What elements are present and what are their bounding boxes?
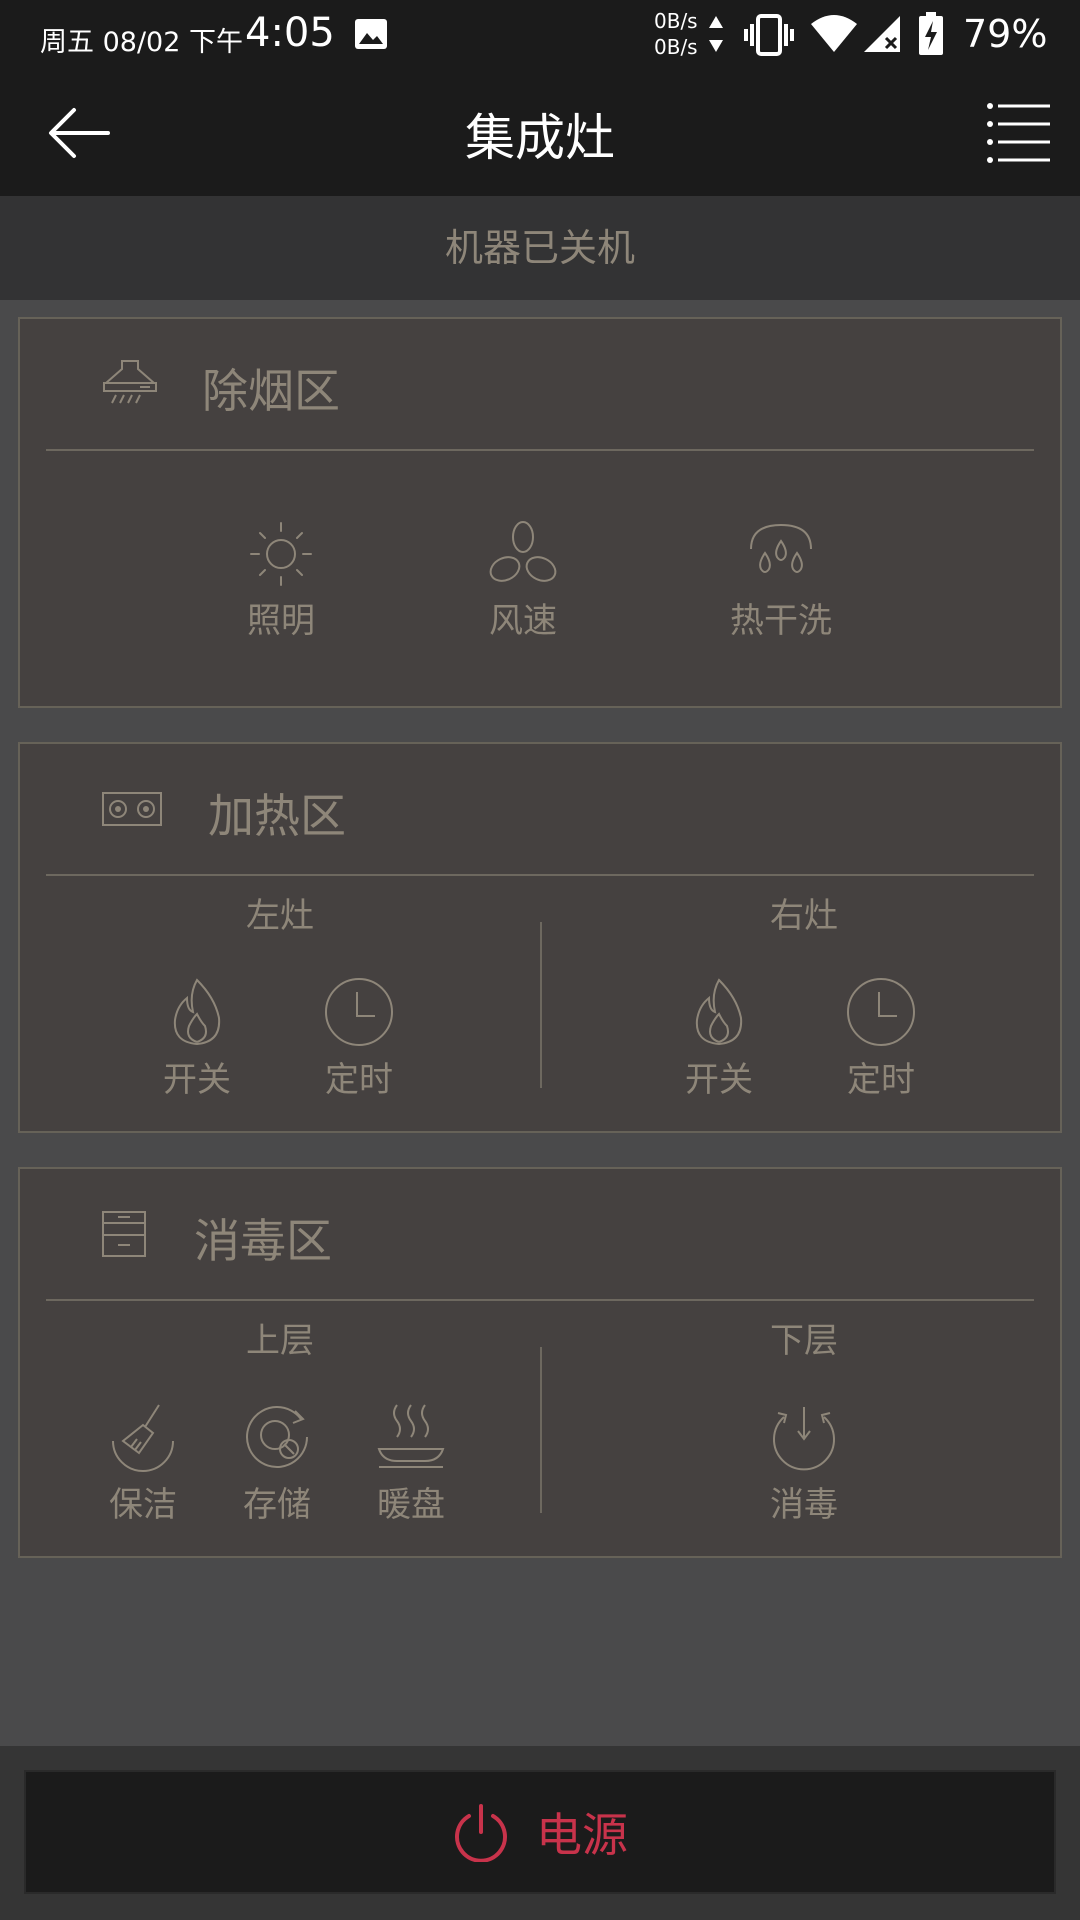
heating-zone-title: 加热区 — [208, 789, 346, 843]
page-title: 集成灶 — [465, 109, 615, 167]
bottom-bar: 电源 — [0, 1746, 1080, 1920]
disinfect-control-label: 消毒 — [770, 1485, 838, 1525]
gas-stove-icon — [102, 792, 162, 826]
light-control-label: 照明 — [247, 601, 315, 641]
net-up-speed: 0B/s — [654, 9, 698, 33]
right-burner-timer[interactable]: 定时 — [806, 976, 956, 1101]
hood-zone-divider — [46, 449, 1034, 451]
machine-status-banner: 机器已关机 — [0, 196, 1080, 300]
hood-zone-title: 除烟区 — [202, 364, 340, 418]
clean-control[interactable]: 保洁 — [68, 1401, 218, 1526]
range-hood-icon — [103, 360, 157, 404]
fan-speed-control[interactable]: 风速 — [448, 519, 598, 642]
image-notification-icon — [355, 19, 387, 49]
plate-warming-label: 暖盘 — [377, 1485, 445, 1525]
vibrate-icon — [744, 14, 794, 56]
upper-layer-label: 上层 — [246, 1321, 314, 1361]
clean-control-label: 保洁 — [109, 1485, 177, 1525]
data-transfer-icon — [709, 16, 723, 52]
flame-icon — [695, 978, 743, 1046]
left-burner-timer-label: 定时 — [325, 1060, 393, 1100]
heating-zone-panel: 加热区 左灶 右灶 开关 定时 开关 定时 — [18, 742, 1062, 1133]
disinfect-zone-divider — [46, 1299, 1034, 1301]
heating-zone-header: 加热区 — [20, 744, 1060, 872]
right-burner-label: 右灶 — [770, 896, 838, 936]
clock-icon — [847, 978, 915, 1046]
storage-icon — [246, 1406, 308, 1468]
net-down-speed: 0B/s — [654, 35, 698, 59]
disinfection-cabinet-icon — [102, 1211, 146, 1257]
signal-icon — [864, 16, 900, 52]
storage-control[interactable]: 存储 — [202, 1401, 352, 1526]
disinfect-zone-panel: 消毒区 上层 下层 保洁 存储 暖盘 消毒 — [18, 1167, 1062, 1558]
network-speed: 0B/s 0B/s — [654, 8, 698, 60]
broom-icon — [112, 1404, 174, 1472]
heating-zone-divider — [46, 874, 1034, 876]
right-burner-switch[interactable]: 开关 — [644, 976, 794, 1101]
battery-level: 79% — [963, 12, 1048, 56]
hood-zone-panel: 除烟区 照明 风速 热干洗 — [18, 317, 1062, 708]
power-button[interactable]: 电源 — [24, 1770, 1056, 1894]
burner-divider — [540, 922, 542, 1088]
left-burner-switch-label: 开关 — [163, 1060, 231, 1100]
left-burner-timer[interactable]: 定时 — [284, 976, 434, 1101]
hot-dry-wash-control[interactable]: 热干洗 — [706, 519, 856, 642]
status-date: 周五 08/02 下午 — [40, 27, 243, 58]
layer-divider — [540, 1347, 542, 1513]
hot-dry-wash-label: 热干洗 — [730, 601, 832, 641]
app-header: 集成灶 — [0, 70, 1080, 196]
fan-speed-label: 风速 — [489, 601, 557, 641]
plate-warming-control[interactable]: 暖盘 — [336, 1401, 486, 1526]
flame-icon — [173, 978, 221, 1046]
clock-icon — [325, 978, 393, 1046]
fan-icon — [489, 521, 557, 582]
status-bar: 周五 08/02 下午 4:05 0B/s 0B/s 79% — [0, 0, 1080, 70]
hood-zone-header: 除烟区 — [20, 319, 1060, 447]
storage-control-label: 存储 — [243, 1485, 311, 1525]
right-burner-switch-label: 开关 — [685, 1060, 753, 1100]
disinfect-icon — [773, 1407, 835, 1471]
disinfect-control[interactable]: 消毒 — [729, 1401, 879, 1526]
menu-list-icon[interactable] — [986, 100, 1052, 166]
left-burner-switch[interactable]: 开关 — [122, 976, 272, 1101]
power-icon — [455, 1804, 507, 1862]
sun-light-icon — [250, 522, 312, 586]
hot-wash-drops-icon — [750, 523, 812, 573]
disinfect-zone-title: 消毒区 — [194, 1214, 332, 1268]
right-burner-timer-label: 定时 — [847, 1060, 915, 1100]
power-button-label: 电源 — [536, 1808, 628, 1862]
warm-plate-icon — [377, 1404, 445, 1468]
left-burner-label: 左灶 — [246, 896, 314, 936]
lower-layer-label: 下层 — [770, 1321, 838, 1361]
disinfect-zone-header: 消毒区 — [20, 1169, 1060, 1297]
light-control[interactable]: 照明 — [206, 519, 356, 642]
battery-charging-icon — [919, 12, 943, 55]
wifi-icon — [811, 15, 857, 52]
status-time: 4:05 — [245, 10, 335, 56]
